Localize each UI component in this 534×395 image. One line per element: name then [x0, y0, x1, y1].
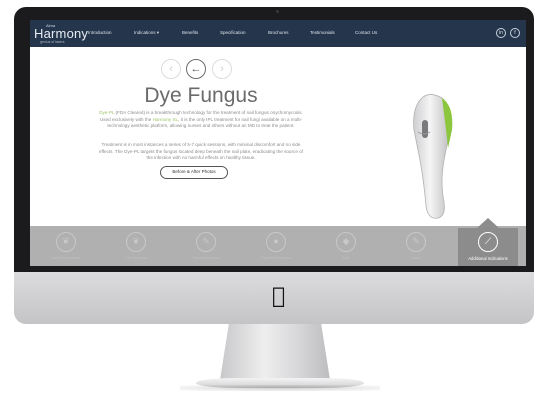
indication-tattoo[interactable]: ✎ Tattoo — [386, 228, 446, 266]
apple-logo-icon:  — [272, 286, 285, 308]
nav-indications[interactable]: Indications ▾ — [134, 30, 159, 36]
indication-skin-rejuvenation[interactable]: ❦ Skin Rejuvenation — [36, 228, 96, 266]
imac-stand — [220, 324, 330, 380]
imac-chin:  — [14, 272, 534, 324]
slash-icon: ⟋ — [478, 232, 498, 252]
arrow-left-icon[interactable]: ← — [186, 59, 206, 79]
nav-benefits[interactable]: Benefits — [182, 30, 198, 35]
description-paragraph-1: Dye-PL (FDA Cleared) is a breakthrough t… — [98, 110, 304, 130]
top-nav: Alma Harmony genius of lasers Introducti… — [30, 20, 526, 47]
indication-label: Skin Rejuvenation — [51, 256, 81, 260]
platform-link[interactable]: Harmony XL — [153, 117, 179, 122]
laser-handpiece-image — [413, 94, 453, 219]
indication-label: Tattoo — [411, 256, 421, 260]
camera-dot — [276, 10, 279, 13]
product-link[interactable]: Dye-PL — [99, 110, 114, 115]
screen: Alma Harmony genius of lasers Introducti… — [30, 20, 526, 266]
linkedin-icon[interactable]: in — [496, 28, 506, 38]
nav-specification[interactable]: Specification — [220, 30, 246, 35]
before-after-photos-button[interactable]: Before & After Photos — [160, 166, 228, 179]
logo-wordmark: Harmony — [34, 26, 89, 41]
indication-pigmented-lesions[interactable]: ● Pigmented Lesions — [246, 228, 306, 266]
facebook-icon[interactable]: f — [510, 28, 520, 38]
nav-testimonials[interactable]: Testimonials — [310, 30, 335, 35]
pen-icon: ✎ — [406, 232, 426, 252]
chevron-left-icon[interactable]: ‹ — [161, 59, 181, 79]
indication-label: Additional Indications — [468, 256, 508, 261]
feather-icon: ✎ — [196, 232, 216, 252]
page-title: Dye Fungus — [144, 84, 258, 107]
nav-introduction[interactable]: Introduction — [88, 30, 112, 35]
indication-label: Pigmented Lesions — [261, 256, 291, 260]
indication-label: Acne — [342, 256, 350, 260]
indication-label: Hair Removal — [125, 256, 147, 260]
indication-additional[interactable]: ⟋ Additional Indications — [458, 228, 518, 266]
leaf-icon: ❦ — [56, 232, 76, 252]
active-indicator-notch — [477, 218, 499, 228]
indication-vascular-lesions[interactable]: ✎ Vascular Lesions — [176, 228, 236, 266]
logo-tagline: genius of lasers — [40, 40, 65, 44]
indication-acne[interactable]: ◆ Acne — [316, 228, 376, 266]
dot-icon: ● — [266, 232, 286, 252]
indication-label: Vascular Lesions — [192, 256, 220, 260]
chevron-right-icon[interactable]: › — [212, 59, 232, 79]
indication-hair-removal[interactable]: ❦ Hair Removal — [106, 228, 166, 266]
description-paragraph-2: Treatment is in most instances a series … — [99, 142, 303, 161]
drop-icon: ◆ — [336, 232, 356, 252]
nav-brochures[interactable]: Brochures — [268, 30, 289, 35]
hair-icon: ❦ — [126, 232, 146, 252]
stand-shadow — [180, 385, 380, 391]
nav-contact-us[interactable]: Contact Us — [355, 30, 377, 35]
